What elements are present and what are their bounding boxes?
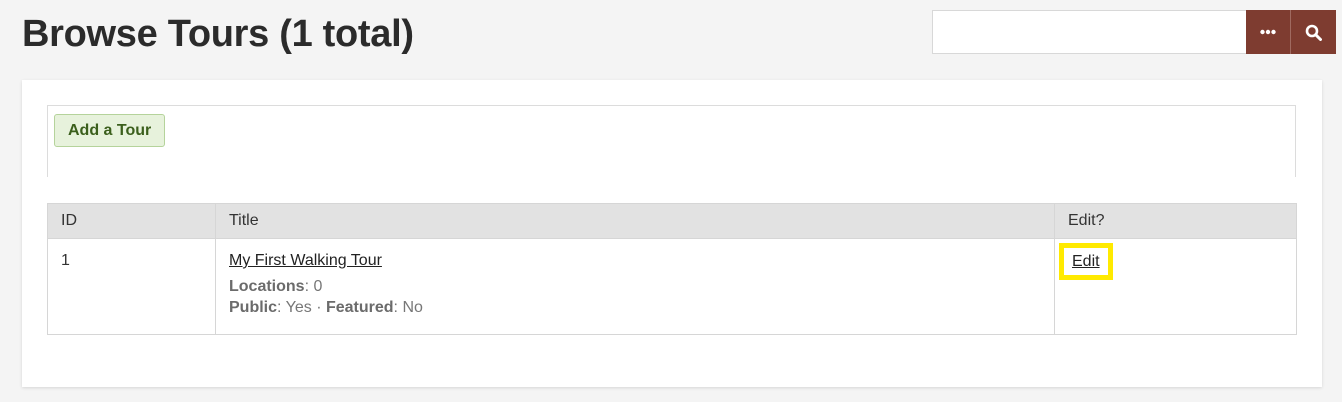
actions-panel: Add a Tour (47, 105, 1296, 177)
tour-title-link[interactable]: My First Walking Tour (229, 252, 382, 269)
table-row: 1 My First Walking Tour Locations: 0 Pub… (47, 238, 1297, 335)
public-value: Yes (285, 299, 312, 316)
search-options-button[interactable] (1246, 10, 1291, 54)
ellipsis-icon (1260, 29, 1276, 35)
tour-status: Public: Yes · Featured: No (229, 299, 423, 316)
public-label: Public (229, 299, 278, 316)
search-form (932, 10, 1336, 54)
featured-label: Featured (325, 299, 394, 316)
content-card: Add a Tour ID Title Edit? 1 My First Wal… (22, 80, 1322, 387)
search-submit-button[interactable] (1291, 10, 1336, 54)
tour-locations: Locations: 0 (229, 278, 323, 295)
tour-meta: Locations: 0 Public: Yes · Featured: No (229, 276, 1041, 318)
page-title: Browse Tours (1 total) (22, 13, 414, 55)
tours-table: ID Title Edit? 1 My First Walking Tour L… (47, 203, 1297, 335)
tour-id: 1 (47, 238, 216, 335)
column-header-id[interactable]: ID (47, 203, 216, 239)
column-header-title[interactable]: Title (215, 203, 1055, 239)
locations-value: 0 (313, 278, 323, 295)
meta-separator: · (316, 299, 322, 316)
edit-tour-link[interactable]: Edit (1059, 243, 1113, 280)
search-icon (1305, 24, 1322, 41)
tour-edit-cell: Edit (1054, 238, 1297, 335)
featured-value: No (402, 299, 423, 316)
search-input[interactable] (932, 10, 1246, 54)
tour-title-cell: My First Walking Tour Locations: 0 Publi… (215, 238, 1055, 335)
add-tour-button[interactable]: Add a Tour (54, 114, 166, 147)
locations-label: Locations (229, 278, 305, 295)
table-header-row: ID Title Edit? (47, 203, 1297, 239)
column-header-edit: Edit? (1054, 203, 1297, 239)
